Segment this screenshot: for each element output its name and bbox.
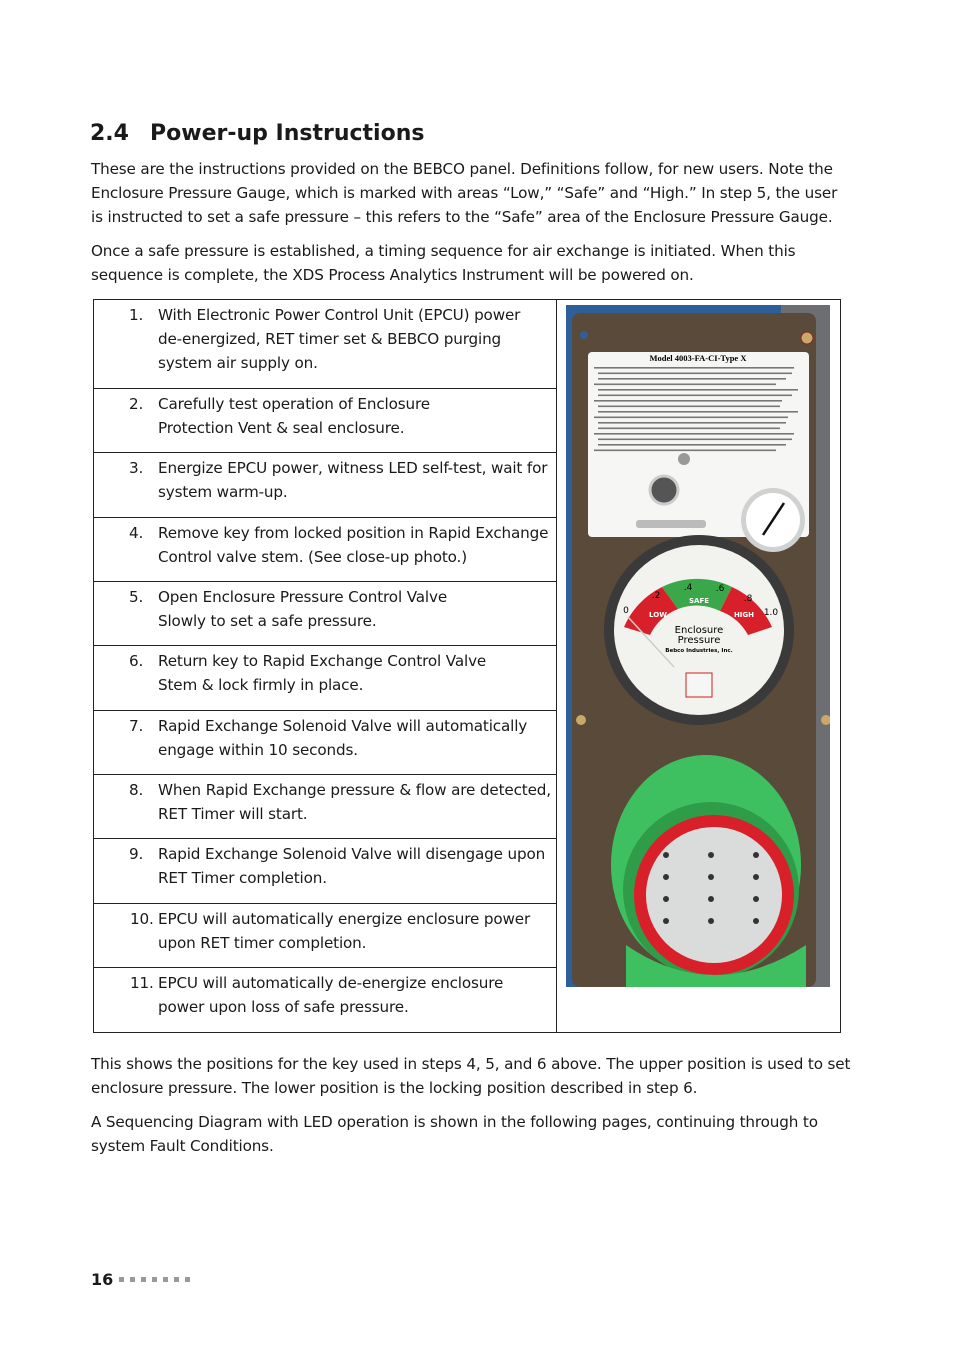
text-line: Rapid Exchange Solenoid Valve will autom…: [158, 717, 528, 735]
step-text: EPCU will automatically de-energize encl…: [158, 971, 503, 1019]
text-line: system warm-up.: [158, 483, 288, 501]
photo-cell: Model 4003-FA-CI-Type X LOW SAFE HIGH 0 …: [556, 299, 841, 1033]
text-line: Energize EPCU power, witness LED self-te…: [158, 459, 548, 477]
step-cell: 9. Rapid Exchange Solenoid Valve will dis…: [93, 838, 557, 904]
step-text: Energize EPCU power, witness LED self-te…: [158, 456, 548, 504]
text-line: is instructed to set a safe pressure – t…: [91, 208, 833, 226]
text-line: RET Timer will start.: [158, 805, 308, 823]
step-text: Carefully test operation of Enclosure Pro…: [158, 392, 430, 440]
step-text: Open Enclosure Pressure Control Valve Slo…: [158, 585, 447, 633]
step-text: With Electronic Power Control Unit (EPCU…: [158, 303, 520, 375]
text-line: Rapid Exchange Solenoid Valve will disen…: [158, 845, 546, 863]
step-number: 8.: [129, 781, 144, 799]
text-line: Once a safe pressure is established, a t…: [91, 242, 796, 260]
section-heading: 2.4 Power-up Instructions: [90, 121, 424, 146]
step-number: 9.: [129, 845, 144, 863]
text-line: Control valve stem. (See close-up photo.…: [158, 548, 467, 566]
gauge-maker: Bebco Industries, Inc.: [665, 648, 732, 654]
step-cell: 11. EPCU will automatically de-energize e…: [93, 967, 557, 1033]
instructions-table: 1. With Electronic Power Control Unit (EP…: [93, 299, 841, 1033]
gauge-tick: 0: [623, 606, 629, 616]
step-cell: 8. When Rapid Exchange pressure & flow ar…: [93, 774, 557, 839]
outro-paragraph-2: A Sequencing Diagram with LED operation …: [91, 1110, 818, 1158]
gauge-tick: 1.0: [764, 608, 779, 618]
text-line: Open Enclosure Pressure Control Valve: [158, 588, 448, 606]
footer-dots: [119, 1277, 190, 1282]
step-text: EPCU will automatically energize enclosu…: [158, 907, 530, 955]
text-line: When Rapid Exchange pressure & flow are …: [158, 781, 551, 799]
step-cell: 10. EPCU will automatically energize encl…: [93, 903, 557, 968]
text-line: These are the instructions provided on t…: [91, 160, 833, 178]
section-title: Power-up Instructions: [150, 121, 425, 146]
gauge-tick: .4: [684, 583, 693, 593]
step-cell: 2. Carefully test operation of Enclosure P…: [93, 388, 557, 453]
text-line: Stem & lock firmly in place.: [158, 676, 364, 694]
step-number: 11.: [130, 974, 154, 992]
text-line: enclosure pressure. The lower position i…: [91, 1079, 698, 1097]
step-number: 3.: [129, 459, 144, 477]
gauge-low: LOW: [649, 611, 667, 619]
step-text: Rapid Exchange Solenoid Valve will autom…: [158, 714, 527, 762]
text-line: Carefully test operation of Enclosure: [158, 395, 430, 413]
intro-paragraph-2: Once a safe pressure is established, a t…: [91, 239, 796, 287]
page-number: 16: [91, 1270, 114, 1289]
text-line: EPCU will automatically de-energize encl…: [158, 974, 504, 992]
text-line: system Fault Conditions.: [91, 1137, 274, 1155]
step-number: 6.: [129, 652, 144, 670]
text-line: sequence is complete, the XDS Process An…: [91, 266, 694, 284]
text-line: Protection Vent & seal enclosure.: [158, 419, 405, 437]
gauge-tick: .2: [652, 591, 661, 601]
text-line: Remove key from locked position in Rapid…: [158, 524, 549, 542]
step-cell: 3. Energize EPCU power, witness LED self-…: [93, 452, 557, 518]
intro-paragraph-1: These are the instructions provided on t…: [91, 157, 837, 229]
text-line: power upon loss of safe pressure.: [158, 998, 409, 1016]
step-cell: 6. Return key to Rapid Exchange Control V…: [93, 645, 557, 711]
text-line: A Sequencing Diagram with LED operation …: [91, 1113, 818, 1131]
step-number: 10.: [130, 910, 154, 928]
text-line: system air supply on.: [158, 354, 318, 372]
step-cell: 7. Rapid Exchange Solenoid Valve will aut…: [93, 710, 557, 775]
text-line: This shows the positions for the key use…: [91, 1055, 851, 1073]
text-line: EPCU will automatically energize enclosu…: [158, 910, 531, 928]
text-line: Slowly to set a safe pressure.: [158, 612, 377, 630]
text-line: upon RET timer completion.: [158, 934, 367, 952]
gauge-high: HIGH: [734, 611, 754, 619]
step-number: 2.: [129, 395, 144, 413]
step-number: 5.: [129, 588, 144, 606]
gauge-title: Pressure: [678, 635, 721, 646]
text-line: Return key to Rapid Exchange Control Val…: [158, 652, 487, 670]
bebco-panel-photo: Model 4003-FA-CI-Type X LOW SAFE HIGH 0 …: [566, 305, 830, 987]
step-number: 1.: [129, 306, 144, 324]
step-cell: 1. With Electronic Power Control Unit (EP…: [93, 299, 557, 389]
section-number: 2.4: [90, 121, 129, 146]
text-line: engage within 10 seconds.: [158, 741, 358, 759]
gauge-safe: SAFE: [689, 597, 709, 605]
label-model-text: Model 4003-FA-CI-Type X: [650, 353, 748, 363]
step-text: When Rapid Exchange pressure & flow are …: [158, 778, 551, 826]
text-line: de-energized, RET timer set & BEBCO purg…: [158, 330, 502, 348]
step-number: 4.: [129, 524, 144, 542]
gauge-tick: .8: [744, 594, 753, 604]
step-row: 1. With Electronic Power Control Unit (EP…: [93, 299, 841, 1033]
step-cell: 4. Remove key from locked position in Rap…: [93, 517, 557, 582]
gauge-tick: .6: [716, 584, 725, 594]
text-line: With Electronic Power Control Unit (EPCU…: [158, 306, 521, 324]
step-text: Return key to Rapid Exchange Control Val…: [158, 649, 486, 697]
text-line: RET Timer completion.: [158, 869, 327, 887]
step-number: 7.: [129, 717, 144, 735]
step-text: Remove key from locked position in Rapid…: [158, 521, 548, 569]
outro-paragraph-1: This shows the positions for the key use…: [91, 1052, 850, 1100]
step-text: Rapid Exchange Solenoid Valve will disen…: [158, 842, 545, 890]
step-cell: 5. Open Enclosure Pressure Control Valve S…: [93, 581, 557, 646]
text-line: Enclosure Pressure Gauge, which is marke…: [91, 184, 838, 202]
